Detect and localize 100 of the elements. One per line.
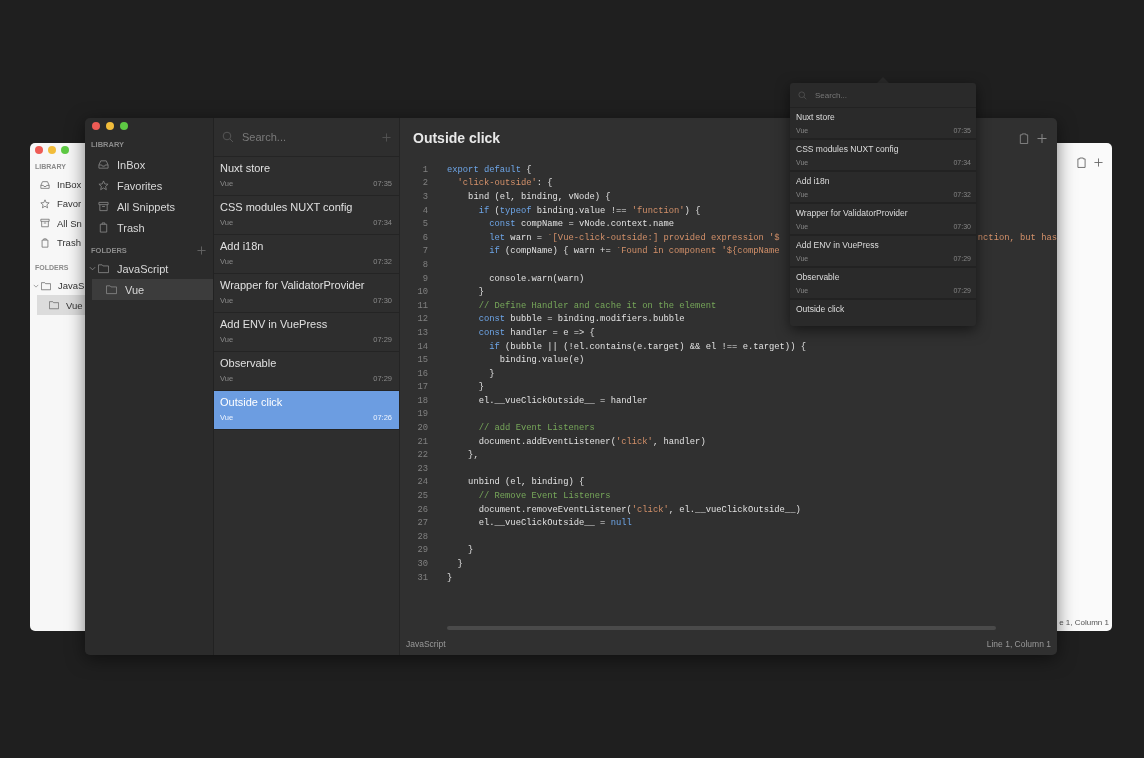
code-line: 'click-outside': { (456, 178, 553, 189)
folder-item[interactable]: JavaScript (85, 258, 213, 279)
folder-icon (49, 300, 59, 311)
code-line: nction, but has (977, 232, 1057, 243)
code-line: } (477, 382, 484, 393)
search-icon (222, 131, 234, 143)
star-icon (40, 198, 50, 209)
sidebar-item[interactable]: InBox (30, 175, 85, 195)
code-line: } (467, 545, 474, 556)
inbox-icon (98, 159, 109, 170)
sidebar-item[interactable]: All Snippets (85, 196, 213, 217)
snippet-item[interactable]: Outside click (790, 300, 976, 326)
zoom-button[interactable] (120, 122, 128, 130)
sidebar-item[interactable]: Favor (30, 194, 85, 214)
line-number: 4 (421, 205, 428, 216)
line-number: 20 (416, 423, 428, 434)
folder-icon (106, 284, 117, 295)
code-line: } (477, 287, 484, 298)
line-number: 26 (416, 504, 428, 515)
add-icon[interactable] (1037, 132, 1047, 144)
code-line: if (bubble || (!el.contains(e.target) && el !== e.target)) { (488, 341, 806, 352)
line-number: 7 (421, 246, 428, 257)
line-number: 16 (416, 368, 428, 379)
line-number: 25 (416, 491, 428, 502)
folder-item[interactable]: JavaS (30, 276, 85, 296)
code-line: document.removeEventListener('click', el.__vueClickOutside__) (477, 504, 801, 515)
line-number: 27 (416, 518, 428, 529)
code-line: const handler = e => { (477, 327, 595, 338)
code-line: } (488, 368, 495, 379)
line-number: 19 (416, 409, 428, 420)
chevron-icon[interactable] (89, 265, 96, 272)
line-number: 2 (421, 178, 428, 189)
line-number: 8 (421, 259, 428, 270)
trash-icon (98, 222, 109, 233)
line-number: 14 (416, 341, 428, 352)
star-icon (98, 180, 109, 191)
archive-icon (40, 218, 50, 229)
code-line: // add Event Listeners (477, 423, 595, 434)
clipboard-icon[interactable] (1019, 132, 1029, 144)
line-number: 17 (416, 382, 428, 393)
archive-icon (98, 201, 109, 212)
line-number: 24 (416, 477, 428, 488)
minimize-button[interactable] (106, 122, 114, 130)
line-number: 28 (416, 531, 428, 542)
line-number: 12 (416, 314, 428, 325)
line-number: 3 (421, 192, 428, 202)
code-line: if (compName) { warn += `Found in component '${compName (488, 246, 780, 257)
add-icon[interactable] (1094, 157, 1103, 168)
line-number: 1 (421, 164, 428, 175)
close-button[interactable] (92, 122, 100, 130)
close-button[interactable] (35, 146, 43, 154)
line-number: 9 (421, 273, 428, 284)
sidebar-item[interactable]: Trash (30, 232, 85, 253)
add-folder-icon[interactable] (197, 246, 206, 255)
code-line: // Remove Event Listeners (477, 491, 611, 502)
code-line: unbind (el, binding) { (467, 477, 585, 488)
code-line: } (456, 559, 463, 569)
sidebar-item[interactable]: Favorites (85, 175, 213, 196)
code-line: // Define Handler and cache it on the element (477, 300, 717, 311)
folder-item[interactable]: Vue (92, 279, 213, 300)
language-label: JavaScript (406, 639, 446, 649)
line-number: 31 (416, 572, 428, 583)
code-line: let warn = `[Vue-click-outside:] provided expression '$ (488, 232, 780, 243)
cursor-position: Line 1, Column 1 (986, 639, 1051, 649)
folder-item[interactable]: Vue (37, 295, 85, 315)
code-line: const compName = vNode.context.name (488, 219, 674, 230)
code-line: }, (467, 450, 479, 461)
search-field[interactable]: Search... (815, 89, 968, 101)
line-number: 29 (416, 545, 428, 556)
cursor-position: e 1, Column 1 (1059, 618, 1109, 627)
code-line: } (447, 572, 453, 583)
line-number: 5 (421, 219, 428, 230)
code-line: const bubble = binding.modifiers.bubble (477, 314, 685, 325)
line-number: 22 (416, 450, 428, 461)
sidebar-item[interactable]: All Sn (30, 213, 85, 233)
line-number: 23 (416, 463, 428, 474)
code-line: console.warn(warn) (488, 273, 585, 284)
code-line: document.addEventListener('click', handler) (477, 436, 706, 447)
line-number: 21 (416, 436, 428, 447)
search-field[interactable]: Search... (242, 129, 374, 145)
code-line: el.__vueClickOutside__ = handler (477, 395, 648, 406)
folder-icon (98, 263, 109, 274)
line-number: 11 (416, 300, 428, 311)
trash-icon (40, 237, 50, 248)
inbox-icon (40, 179, 50, 190)
snippet-title: Outside click (413, 130, 501, 146)
code-line: binding.value(e) (498, 355, 585, 366)
line-number: 15 (416, 355, 428, 366)
code-line: if (typeof binding.value !== 'function') { (477, 205, 701, 216)
clipboard-icon[interactable] (1077, 157, 1086, 168)
folder-icon (41, 280, 51, 291)
code-line: bind (el, binding, vNode) { (467, 192, 611, 202)
chevron-icon[interactable] (33, 282, 39, 289)
add-snippet-icon[interactable] (382, 132, 391, 142)
line-number: 10 (416, 287, 428, 298)
sidebar-item[interactable]: Trash (85, 217, 213, 238)
code-line: el.__vueClickOutside__ = null (477, 518, 632, 529)
line-number: 18 (416, 395, 428, 406)
sidebar-item[interactable]: InBox (85, 154, 213, 175)
line-number: 30 (416, 559, 428, 569)
